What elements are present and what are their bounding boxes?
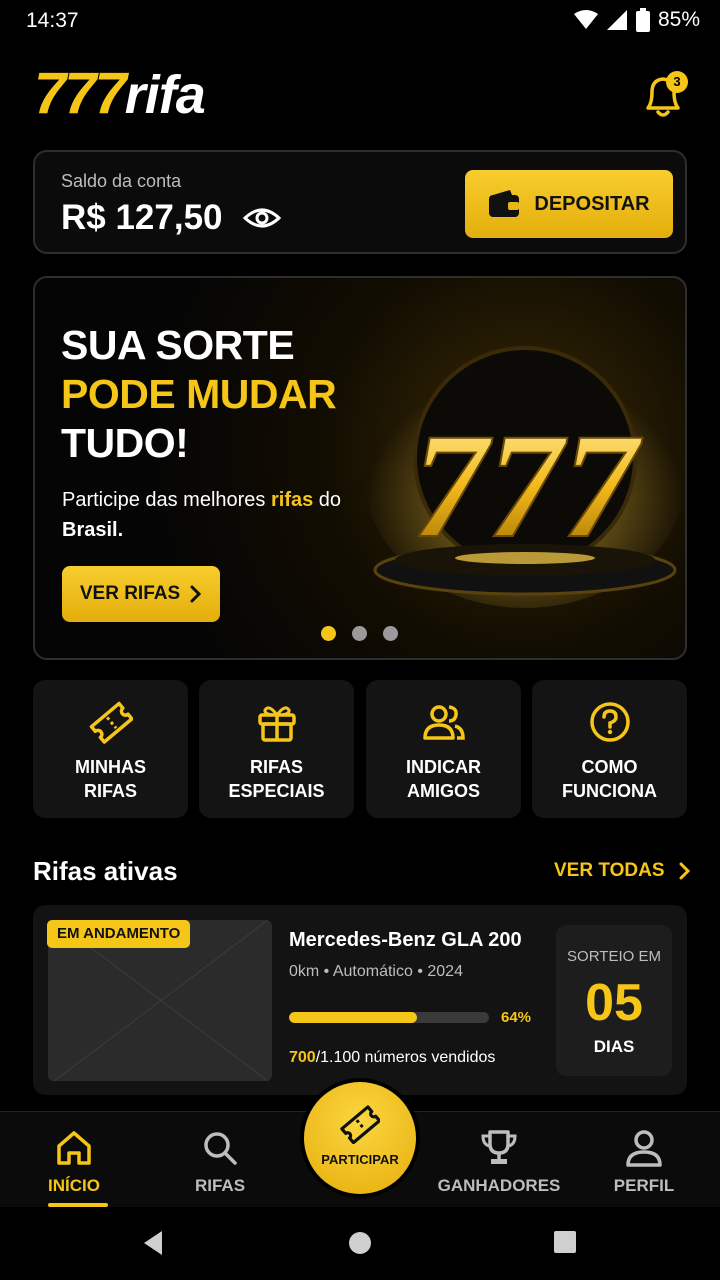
eye-icon[interactable] bbox=[243, 204, 281, 232]
app-logo: 777 rifa bbox=[34, 60, 206, 126]
search-icon bbox=[204, 1132, 237, 1165]
nav-label: PERFIL bbox=[613, 1176, 675, 1195]
system-nav-bar bbox=[0, 1207, 720, 1280]
draw-unit: DIAS bbox=[593, 1037, 635, 1056]
see-all-label: VER TODAS bbox=[554, 860, 665, 881]
raffle-meta: 0km • Automático • 2024 bbox=[289, 963, 463, 980]
home-icon bbox=[57, 1131, 91, 1165]
balance-card: Saldo da conta R$ 127,50 DEPOSITAR bbox=[33, 150, 687, 254]
sold-count: 700/1.100 números vendidos bbox=[289, 1049, 496, 1066]
shortcut-grid: MINHAS RIFAS RIFAS ESPECIAIS INDICAR AMI… bbox=[33, 680, 687, 818]
chevron-right-icon bbox=[679, 862, 690, 880]
battery-level: 85% bbox=[657, 8, 700, 31]
shortcut-label: COMO FUNCIONA bbox=[562, 757, 657, 801]
trophy-icon bbox=[481, 1130, 517, 1164]
recents-icon[interactable] bbox=[553, 1230, 577, 1254]
shortcut-minhas-rifas[interactable]: MINHAS RIFAS bbox=[33, 680, 188, 818]
nav-label: INÍCIO bbox=[48, 1176, 100, 1195]
chevron-right-icon bbox=[190, 585, 202, 603]
question-icon bbox=[590, 702, 630, 742]
draw-countdown: SORTEIO EM 05 DIAS bbox=[556, 925, 672, 1076]
ver-rifas-button[interactable]: VER RIFAS bbox=[62, 566, 220, 622]
home-circle-icon[interactable] bbox=[347, 1230, 373, 1256]
shortcut-label: RIFAS ESPECIAIS bbox=[228, 757, 325, 801]
ticket-icon bbox=[89, 701, 133, 744]
ver-rifas-label: VER RIFAS bbox=[79, 583, 181, 604]
promo-banner[interactable]: 777 SUA SORTE PODE MUDAR TUDO! Participe… bbox=[33, 276, 687, 660]
wallet-icon bbox=[489, 190, 520, 217]
shortcut-como-funciona[interactable]: COMO FUNCIONA bbox=[532, 680, 687, 818]
back-icon[interactable] bbox=[140, 1229, 166, 1257]
logo-word: rifa bbox=[124, 65, 206, 125]
raffle-card[interactable]: EM ANDAMENTO Mercedes-Benz GLA 200 0km •… bbox=[33, 905, 687, 1095]
banner-subtitle: Participe das melhores rifas do Brasil. bbox=[62, 489, 342, 541]
nav-rifas[interactable]: RIFAS bbox=[150, 1112, 290, 1208]
carousel-dot[interactable] bbox=[383, 626, 398, 641]
see-all-link[interactable]: VER TODAS bbox=[554, 860, 691, 882]
progress-fill bbox=[289, 1012, 417, 1023]
shortcut-label: MINHAS RIFAS bbox=[75, 757, 146, 801]
nav-label: RIFAS bbox=[194, 1176, 246, 1195]
progress-percent: 64% bbox=[501, 1009, 532, 1026]
nav-label: GANHADORES bbox=[437, 1176, 561, 1195]
participar-label: PARTICIPAR bbox=[321, 1152, 399, 1167]
banner-headline-1: SUA SORTE bbox=[61, 322, 295, 368]
banner-headline-3: TUDO! bbox=[61, 420, 189, 466]
raffle-title: Mercedes-Benz GLA 200 bbox=[289, 929, 522, 951]
carousel-dots bbox=[321, 626, 398, 641]
participar-button[interactable]: PARTICIPAR bbox=[304, 1082, 416, 1194]
user-icon bbox=[626, 1130, 662, 1167]
svg-text:777: 777 bbox=[413, 403, 643, 569]
draw-value: 05 bbox=[585, 974, 643, 1032]
shortcut-label: INDICAR AMIGOS bbox=[406, 757, 481, 801]
logo-number: 777 bbox=[34, 61, 127, 126]
status-badge: EM ANDAMENTO bbox=[47, 920, 191, 948]
battery-icon bbox=[635, 8, 650, 32]
deposit-button[interactable]: DEPOSITAR bbox=[465, 170, 673, 238]
balance-value: R$ 127,50 bbox=[61, 198, 223, 237]
ticket-icon bbox=[340, 1105, 380, 1144]
status-bar: 14:37 85% bbox=[0, 0, 720, 44]
notification-badge: 3 bbox=[666, 71, 688, 93]
app-header: 777 rifa 3 bbox=[0, 60, 720, 130]
shortcut-rifas-especiais[interactable]: RIFAS ESPECIAIS bbox=[199, 680, 354, 818]
carousel-dot[interactable] bbox=[321, 626, 336, 641]
progress-bar bbox=[289, 1012, 489, 1023]
balance-label: Saldo da conta bbox=[61, 171, 182, 191]
users-icon bbox=[423, 705, 465, 740]
wifi-icon bbox=[573, 10, 598, 29]
nav-ganhadores[interactable]: GANHADORES bbox=[429, 1112, 569, 1208]
nav-inicio[interactable]: INÍCIO bbox=[4, 1112, 144, 1208]
draw-label: SORTEIO EM bbox=[567, 948, 661, 965]
banner-headline-2: PODE MUDAR bbox=[61, 371, 337, 417]
status-time: 14:37 bbox=[26, 9, 79, 32]
shortcut-indicar-amigos[interactable]: INDICAR AMIGOS bbox=[366, 680, 521, 818]
section-title: Rifas ativas bbox=[33, 856, 178, 886]
gift-icon bbox=[258, 706, 296, 742]
carousel-dot[interactable] bbox=[352, 626, 367, 641]
lucky-777-artwork: 777 bbox=[365, 346, 685, 608]
signal-icon bbox=[606, 10, 627, 30]
nav-perfil[interactable]: PERFIL bbox=[574, 1112, 714, 1208]
status-icons: 85% bbox=[573, 8, 700, 32]
deposit-label: DEPOSITAR bbox=[534, 192, 650, 215]
